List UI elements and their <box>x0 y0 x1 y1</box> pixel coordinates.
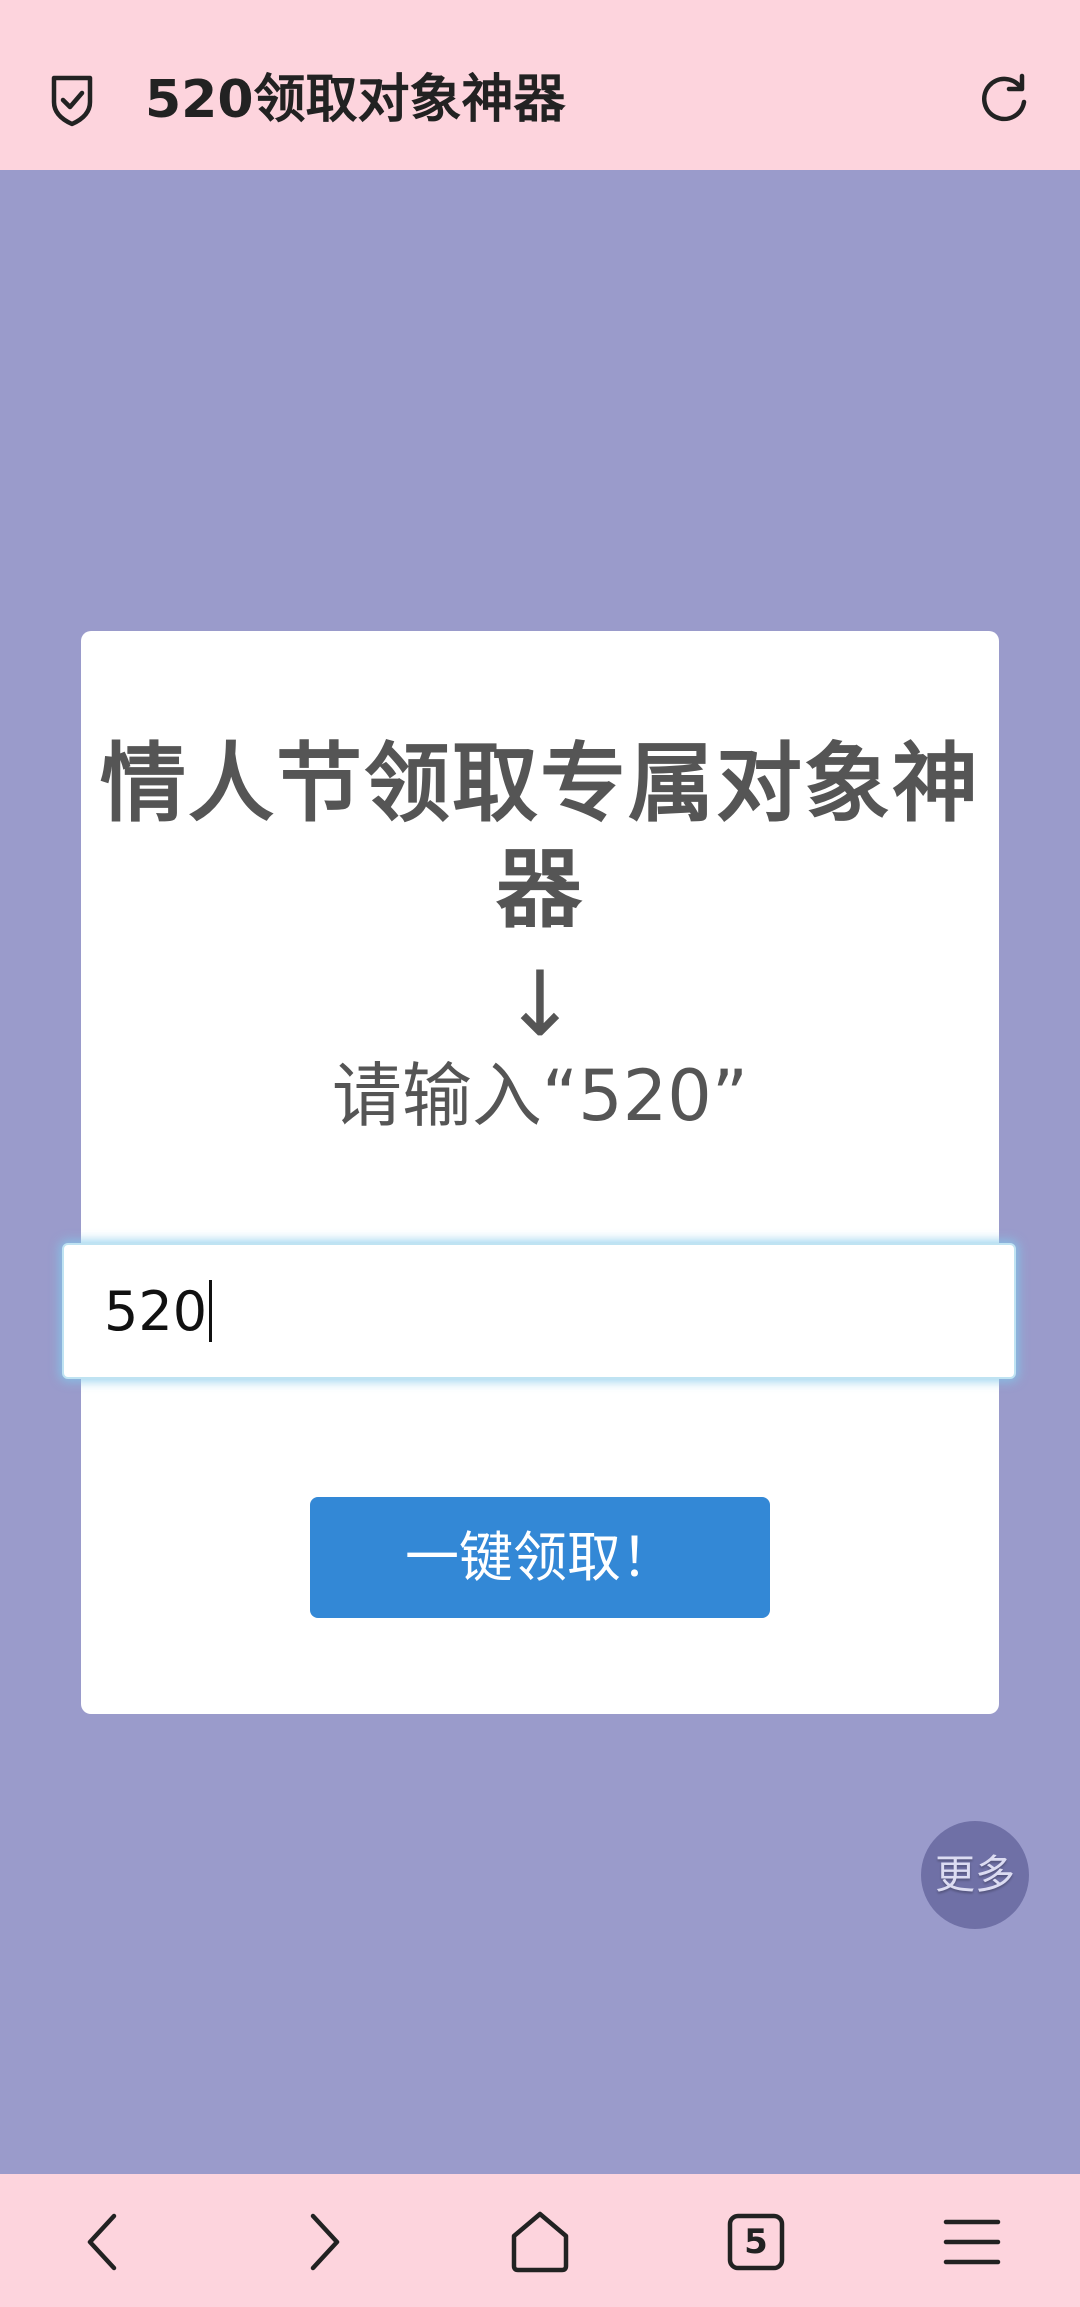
top-bar: 520领取对象神器 <box>0 0 1080 170</box>
shield-check-icon[interactable] <box>46 72 98 128</box>
claim-button[interactable]: 一键领取！ <box>310 1497 770 1618</box>
more-button[interactable]: 更多 <box>921 1821 1029 1929</box>
page-title: 520领取对象神器 <box>145 70 566 130</box>
code-input[interactable]: 520 <box>62 1243 1016 1379</box>
text-caret <box>209 1280 213 1342</box>
tab-count: 5 <box>744 2222 768 2262</box>
forward-icon[interactable] <box>283 2202 363 2282</box>
back-icon[interactable] <box>66 2202 146 2282</box>
tabs-icon[interactable]: 5 <box>716 2202 796 2282</box>
input-prompt: 请输入“520” <box>331 1055 749 1137</box>
menu-icon[interactable] <box>932 2202 1012 2282</box>
card-title: 情人节领取专属对象神器 <box>100 734 980 940</box>
down-arrow-icon: ↓ <box>502 952 578 1057</box>
home-icon[interactable] <box>500 2202 580 2282</box>
page: 520领取对象神器 情人节领取专属对象神器 ↓ 请输入“520” 520 一键领… <box>0 0 1080 2307</box>
refresh-icon[interactable] <box>976 70 1032 126</box>
bottom-nav: 5 <box>0 2174 1080 2307</box>
code-input-value[interactable]: 520 <box>104 1279 213 1345</box>
